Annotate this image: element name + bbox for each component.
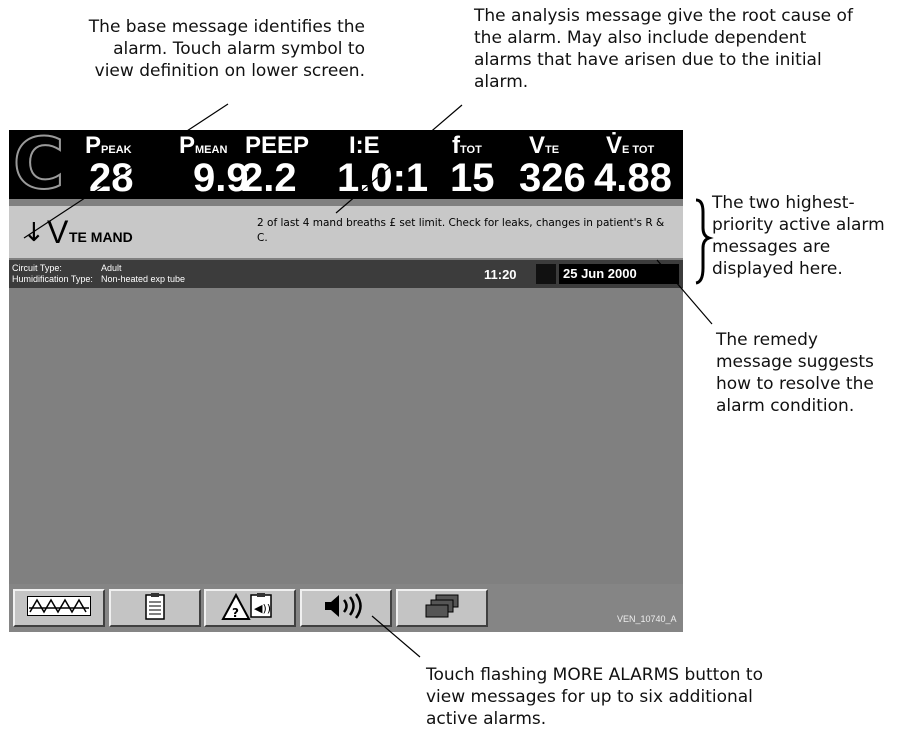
param-label: V [529, 132, 546, 159]
svg-text:?: ? [232, 606, 239, 620]
param-label: P [85, 132, 102, 159]
param-value: 1.0:1 [337, 156, 429, 200]
circuit-type-value: Adult [101, 263, 122, 273]
patient-data-header: C PPEAK 28 PMEAN 9.9 PEEP 2.2 I:E 1.0:1 … [9, 127, 683, 201]
lower-screen-area [9, 288, 683, 584]
param-sub: TOT [460, 144, 482, 156]
param-sub: TE [545, 144, 560, 156]
callout-analysis-message: The analysis message give the root cause… [474, 6, 853, 92]
param-label: P [179, 132, 196, 159]
circuit-type-label: Circuit Type: [12, 263, 62, 273]
param-label: I:E [349, 132, 380, 159]
time-separator-block [536, 264, 556, 284]
figure-id: VEN_10740_A [617, 614, 677, 624]
more-alarms-button[interactable] [300, 589, 392, 627]
callout-base-message: The base message identifies the alarm. T… [88, 17, 365, 81]
param-value: 28 [89, 156, 134, 200]
param-value: 15 [450, 156, 495, 200]
alarm-log-icon: ? ◀)) [220, 591, 280, 625]
param-value: 326 [519, 156, 586, 200]
waveform-icon [27, 596, 91, 620]
ventilator-screen: C PPEAK 28 PMEAN 9.9 PEEP 2.2 I:E 1.0:1 … [9, 127, 683, 632]
priority-brace [695, 198, 714, 285]
alarm-symbol-subscript[interactable]: TE MAND [69, 228, 133, 246]
alarm-symbol[interactable]: V [47, 214, 68, 250]
param-label: V̇ [606, 132, 623, 159]
vent-type-indicator[interactable]: C [12, 127, 65, 201]
lower-screen-button-row: ? ◀)) VEN_10740_A [9, 584, 683, 632]
param-sub: E TOT [622, 144, 655, 156]
patient-data-button[interactable] [109, 589, 201, 627]
humidification-label: Humidification Type: [12, 274, 93, 284]
speaker-icon [323, 592, 369, 624]
down-arrow-icon[interactable]: ↓ [23, 218, 45, 248]
more-screens-icon [424, 593, 460, 623]
waveforms-button[interactable] [13, 589, 105, 627]
other-screens-button[interactable] [396, 589, 488, 627]
callout-priority-alarms: The two highest-priority active alarm me… [712, 193, 885, 279]
clock-time: 11:20 [484, 267, 517, 282]
param-sub: PEAK [101, 144, 132, 156]
callout-more-alarms: Touch flashing MORE ALARMS button to vie… [426, 665, 763, 729]
alarm-message-bar: ↓ V TE MAND 2 of last 4 mand breaths £ s… [9, 206, 683, 258]
svg-text:◀)): ◀)) [254, 602, 271, 615]
clock-date: 25 Jun 2000 [559, 264, 679, 284]
param-label: f [452, 132, 460, 159]
param-value: 4.88 [594, 156, 672, 200]
status-bar: Circuit Type: Adult Humidification Type:… [9, 260, 683, 288]
param-value: 2.2 [241, 156, 297, 200]
alarm-log-button[interactable]: ? ◀)) [204, 589, 296, 627]
param-label: PEEP [245, 132, 310, 159]
alarm-analysis-remedy: 2 of last 4 mand breaths £ set limit. Ch… [257, 217, 665, 244]
callout-remedy-message: The remedy message suggests how to resol… [716, 330, 874, 416]
param-sub: MEAN [195, 144, 228, 156]
clipboard-icon [144, 592, 166, 624]
humidification-value: Non-heated exp tube [101, 274, 186, 284]
